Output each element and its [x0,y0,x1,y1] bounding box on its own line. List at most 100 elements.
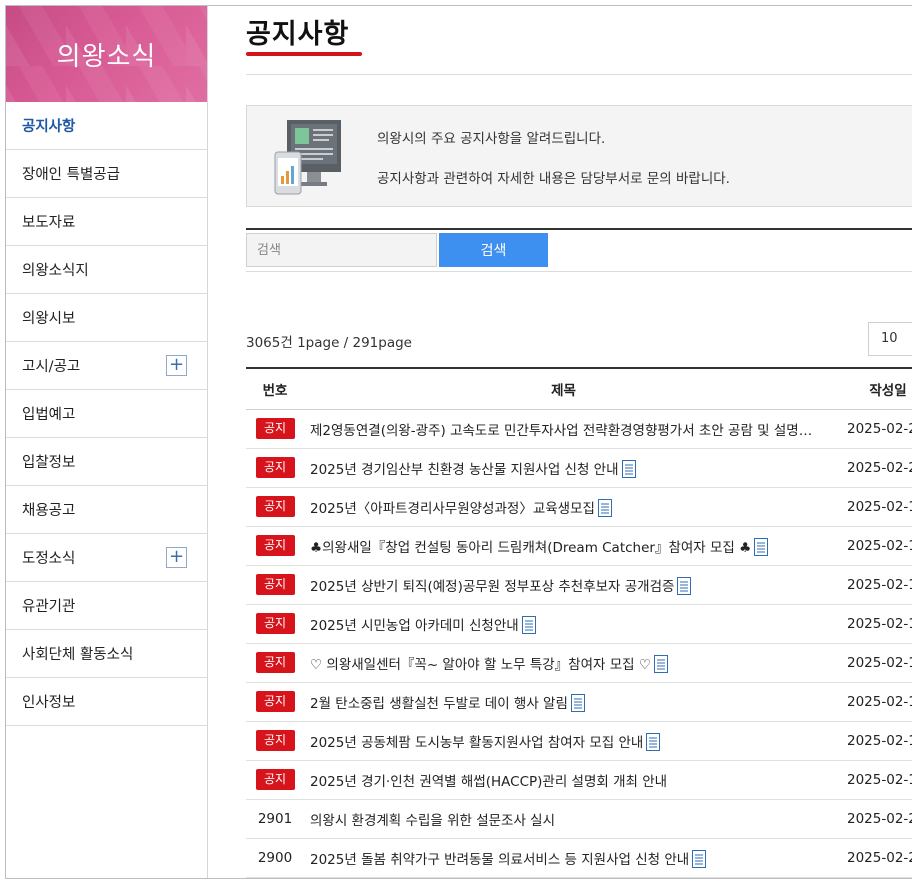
row-title-cell: 2025년 돌봄 취약가구 반려동물 의료서비스 등 지원사업 신청 안내 [304,838,823,877]
row-title-link[interactable]: 2025년 공동체팜 도시농부 활동지원사업 참여자 모집 안내 [310,735,643,751]
attachment-doc-icon[interactable] [619,459,636,478]
row-number: 2900 [257,849,293,866]
sidebar-item-label: 입찰정보 [22,455,76,471]
row-date: 2025-02-19 [847,498,912,515]
row-title-link[interactable]: 2025년 상반기 퇴직(예정)공무원 정부포상 추천후보자 공개검증 [310,579,674,595]
sidebar-item[interactable]: 보도자료 [6,198,207,246]
sidebar-item-label: 의왕소식지 [22,263,89,279]
row-date: 2025-02-24 [847,810,912,827]
row-title-link[interactable]: 2025년〈아파트경리사무원양성과정〉교육생모집 [310,501,595,517]
table-row[interactable]: 공지 2025년 공동체팜 도시농부 활동지원사업 참여자 모집 안내 2025-0… [246,721,912,760]
notice-badge: 공지 [255,730,295,751]
row-title-link[interactable]: 2025년 경기임산부 친환경 농산물 지원사업 신청 안내 [310,462,619,478]
per-page-select[interactable]: 10 [868,322,912,356]
attachment-doc-icon[interactable] [674,576,692,595]
table-row[interactable]: 2901 의왕시 환경계획 수립을 위한 설문조사 실시 2025-02-24 [246,799,912,838]
row-title-link[interactable]: ♡ 의왕새일센터『꼭~ 알아야 할 노무 특강』참여자 모집 ♡ [310,657,651,673]
row-date: 2025-02-17 [847,615,912,632]
sidebar-item-label: 의왕시보 [22,311,76,327]
sidebar-header: 의왕소식 [6,6,207,102]
search-button[interactable]: 검색 [439,233,548,267]
attachment-doc-icon[interactable] [595,498,612,517]
attachment-doc-icon[interactable] [519,615,536,634]
sidebar-item[interactable]: 의왕시보 [6,294,207,342]
table-row[interactable]: 공지 제2영동연결(의왕-광주) 고속도로 민간투자사업 전략환경영향평가서 초안… [246,409,912,448]
attachment-doc-icon[interactable] [643,732,661,751]
row-date: 2025-02-24 [847,849,912,866]
sidebar-item[interactable]: 유관기관 [6,582,207,630]
search-top-border [246,228,912,230]
search-bottom-border [246,271,912,272]
table-row[interactable]: 공지 2025년 시민농업 아카데미 신청안내 2025-02-17 [246,604,912,643]
row-date: 2025-02-11 [847,771,912,788]
search-input[interactable] [246,233,437,267]
row-title-cell: 2월 탄소중립 생활실천 두발로 데이 행사 알림 [304,682,823,721]
table-row[interactable]: 공지 ♣의왕새일『창업 컨설팅 동아리 드림캐쳐(Dream Catcher』참여… [246,526,912,565]
sidebar-item[interactable]: 채용공고 [6,486,207,534]
row-title-link[interactable]: 2025년 경기·인천 권역별 해썹(HACCP)관리 설명회 개최 안내 [310,774,667,790]
sidebar: 의왕소식 공지사항장애인 특별공급보도자료의왕소식지의왕시보고시/공고 + 입법예고… [6,6,208,878]
table-row[interactable]: 공지 2025년 경기임산부 친환경 농산물 지원사업 신청 안내 2025-02-… [246,448,912,487]
row-date: 2025-02-21 [847,459,912,476]
expand-plus-icon[interactable]: + [166,547,187,568]
row-title-cell: ♡ 의왕새일센터『꼭~ 알아야 할 노무 특강』참여자 모집 ♡ [304,643,823,682]
sidebar-item[interactable]: 사회단체 활동소식 [6,630,207,678]
row-title-link[interactable]: ♣의왕새일『창업 컨설팅 동아리 드림캐쳐(Dream Catcher』참여자 … [310,540,751,556]
table-row[interactable]: 공지 2025년 상반기 퇴직(예정)공무원 정부포상 추천후보자 공개검증 202… [246,565,912,604]
header-title: 제목 [304,367,823,410]
sidebar-item-label: 유관기관 [22,599,76,615]
row-title-link[interactable]: 2월 탄소중립 생활실천 두발로 데이 행사 알림 [310,696,568,712]
sidebar-item-label: 장애인 특별공급 [22,167,120,183]
table-row[interactable]: 공지 2025년〈아파트경리사무원양성과정〉교육생모집 2025-02-19 [246,487,912,526]
sidebar-item-label: 도정소식 [22,551,76,567]
row-date: 2025-02-17 [847,654,912,671]
sidebar-item[interactable]: 공지사항 [6,102,207,150]
notice-badge: 공지 [255,496,295,517]
attachment-doc-icon[interactable] [651,654,668,673]
notice-badge: 공지 [255,613,295,634]
notice-badge: 공지 [255,574,295,595]
row-number: 공지 [246,565,304,604]
page-frame: 의왕소식 공지사항장애인 특별공급보도자료의왕소식지의왕시보고시/공고 + 입법예고… [5,5,912,879]
sidebar-menu: 공지사항장애인 특별공급보도자료의왕소식지의왕시보고시/공고 + 입법예고입찰정보채… [6,102,207,726]
row-title-cell: 2025년 시민농업 아카데미 신청안내 [304,604,823,643]
row-number: 공지 [246,760,304,799]
monitor-chart-icon [274,120,341,195]
sidebar-item[interactable]: 고시/공고 + [6,342,207,390]
title-underline [246,52,362,56]
sidebar-item[interactable]: 장애인 특별공급 [6,150,207,198]
sidebar-item[interactable]: 인사정보 [6,678,207,726]
sidebar-item[interactable]: 입찰정보 [6,438,207,486]
table-row[interactable]: 공지 ♡ 의왕새일센터『꼭~ 알아야 할 노무 특강』참여자 모집 ♡ 2025-0… [246,643,912,682]
row-title-link[interactable]: 의왕시 환경계획 수립을 위한 설문조사 실시 [310,813,555,829]
result-count: 3065건 1page / 291page [246,335,412,351]
page-title: 공지사항 [246,19,350,50]
row-title-cell: 2025년 공동체팜 도시농부 활동지원사업 참여자 모집 안내 [304,721,823,760]
table-row[interactable]: 공지 2월 탄소중립 생활실천 두발로 데이 행사 알림 2025-02-11 [246,682,912,721]
sidebar-item-label: 공지사항 [22,119,76,135]
row-title-link[interactable]: 2025년 돌봄 취약가구 반려동물 의료서비스 등 지원사업 신청 안내 [310,852,689,868]
attachment-doc-icon[interactable] [689,849,707,868]
attachment-doc-icon[interactable] [568,693,585,712]
row-title-cell: 2025년 상반기 퇴직(예정)공무원 정부포상 추천후보자 공개검증 [304,565,823,604]
row-title-cell: 2025년 경기임산부 친환경 농산물 지원사업 신청 안내 [304,448,823,487]
table-row[interactable]: 공지 2025년 경기·인천 권역별 해썹(HACCP)관리 설명회 개최 안내 2… [246,760,912,799]
sidebar-item[interactable]: 입법예고 [6,390,207,438]
row-number: 공지 [246,409,304,448]
table-row[interactable]: 2900 2025년 돌봄 취약가구 반려동물 의료서비스 등 지원사업 신청 안… [246,838,912,877]
sidebar-item[interactable]: 의왕소식지 [6,246,207,294]
sidebar-item-label: 채용공고 [22,503,76,519]
row-number: 2901 [257,810,293,827]
row-number: 공지 [246,721,304,760]
row-title-link[interactable]: 제2영동연결(의왕-광주) 고속도로 민간투자사업 전략환경영향평가서 초안 공… [310,423,823,439]
notice-badge: 공지 [255,457,295,478]
sidebar-item-label: 입법예고 [22,407,76,423]
expand-plus-icon[interactable]: + [166,355,187,376]
row-title-link[interactable]: 2025년 시민농업 아카데미 신청안내 [310,618,519,634]
sidebar-title: 의왕소식 [56,41,157,72]
sidebar-item-label: 고시/공고 [22,359,81,375]
sidebar-item-label: 보도자료 [22,215,76,231]
header-date: 작성일 [823,367,912,410]
sidebar-item[interactable]: 도정소식 + [6,534,207,582]
attachment-doc-icon[interactable] [751,537,769,556]
